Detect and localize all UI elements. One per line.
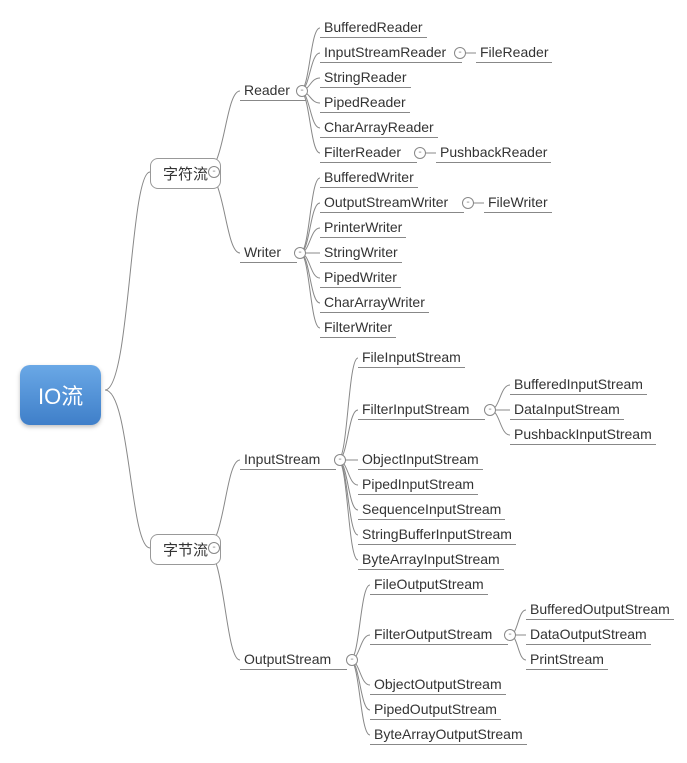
- node-filewriter[interactable]: FileWriter: [484, 192, 552, 213]
- toggle-icon[interactable]: -: [462, 197, 474, 209]
- node-inputstreamreader[interactable]: InputStreamReader: [320, 42, 462, 63]
- node-bufferedwriter[interactable]: BufferedWriter: [320, 167, 418, 188]
- toggle-icon[interactable]: -: [346, 654, 358, 666]
- toggle-icon[interactable]: -: [454, 47, 466, 59]
- node-bufferedinputstream[interactable]: BufferedInputStream: [510, 374, 647, 395]
- toggle-icon[interactable]: -: [414, 147, 426, 159]
- node-outputstreamwriter[interactable]: OutputStreamWriter: [320, 192, 464, 213]
- node-bytearrayoutputstream[interactable]: ByteArrayOutputStream: [370, 724, 527, 745]
- node-bufferedoutputstream[interactable]: BufferedOutputStream: [526, 599, 674, 620]
- toggle-icon[interactable]: -: [208, 542, 220, 554]
- node-datainputstream[interactable]: DataInputStream: [510, 399, 624, 420]
- node-objectinputstream[interactable]: ObjectInputStream: [358, 449, 483, 470]
- toggle-icon[interactable]: -: [504, 629, 516, 641]
- node-sequenceinputstream[interactable]: SequenceInputStream: [358, 499, 505, 520]
- node-printstream[interactable]: PrintStream: [526, 649, 608, 670]
- node-inputstream[interactable]: InputStream: [240, 449, 336, 470]
- node-outputstream[interactable]: OutputStream: [240, 649, 347, 670]
- root-node[interactable]: IO流: [20, 365, 101, 425]
- toggle-icon[interactable]: -: [294, 247, 306, 259]
- node-filterreader[interactable]: FilterReader: [320, 142, 417, 163]
- node-pipedinputstream[interactable]: PipedInputStream: [358, 474, 478, 495]
- toggle-icon[interactable]: -: [208, 166, 220, 178]
- node-writer[interactable]: Writer: [240, 242, 297, 263]
- node-pipedwriter[interactable]: PipedWriter: [320, 267, 401, 288]
- toggle-icon[interactable]: -: [296, 85, 308, 97]
- node-chararraywriter[interactable]: CharArrayWriter: [320, 292, 429, 313]
- node-stringreader[interactable]: StringReader: [320, 67, 411, 88]
- node-filterwriter[interactable]: FilterWriter: [320, 317, 396, 338]
- toggle-icon[interactable]: -: [484, 404, 496, 416]
- node-pipedoutputstream[interactable]: PipedOutputStream: [370, 699, 501, 720]
- node-chararrayreader[interactable]: CharArrayReader: [320, 117, 438, 138]
- node-dataoutputstream[interactable]: DataOutputStream: [526, 624, 651, 645]
- node-pipedreader[interactable]: PipedReader: [320, 92, 410, 113]
- node-bytearrayinputstream[interactable]: ByteArrayInputStream: [358, 549, 504, 570]
- node-stringbufferinputstream[interactable]: StringBufferInputStream: [358, 524, 516, 545]
- node-filereader[interactable]: FileReader: [476, 42, 552, 63]
- node-fileoutputstream[interactable]: FileOutputStream: [370, 574, 488, 595]
- node-pushbackinputstream[interactable]: PushbackInputStream: [510, 424, 656, 445]
- node-objectoutputstream[interactable]: ObjectOutputStream: [370, 674, 506, 695]
- node-stringwriter[interactable]: StringWriter: [320, 242, 402, 263]
- toggle-icon[interactable]: -: [334, 454, 346, 466]
- node-filteroutputstream[interactable]: FilterOutputStream: [370, 624, 508, 645]
- node-bufferedreader[interactable]: BufferedReader: [320, 17, 427, 38]
- node-filterinputstream[interactable]: FilterInputStream: [358, 399, 485, 420]
- node-fileinputstream[interactable]: FileInputStream: [358, 347, 465, 368]
- node-pushbackreader[interactable]: PushbackReader: [436, 142, 551, 163]
- node-printerwriter[interactable]: PrinterWriter: [320, 217, 406, 238]
